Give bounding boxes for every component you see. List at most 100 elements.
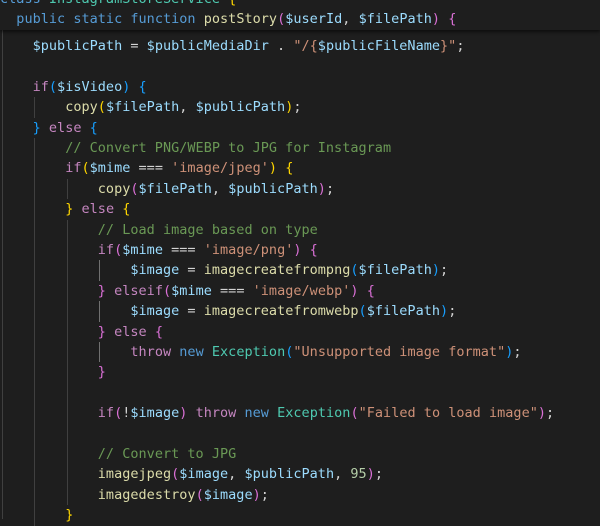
- code-token: $filePath: [358, 11, 432, 28]
- code-token: $filePath: [366, 303, 441, 320]
- code-token: 95: [350, 466, 367, 483]
- code-token: ;: [374, 466, 383, 483]
- code-token: public: [16, 11, 66, 28]
- code-token: {: [285, 160, 294, 177]
- code-token: 'image/jpeg': [171, 160, 269, 177]
- code-token: (: [350, 262, 359, 279]
- code-line: imagedestroy($image);: [0, 485, 269, 505]
- code-token: ;: [260, 486, 269, 503]
- code-token: =: [122, 38, 147, 54]
- code-line: copy($filePath, $publicPath);: [0, 97, 302, 117]
- code-token: ): [431, 262, 441, 279]
- code-token: }: [97, 364, 106, 381]
- code-token: ;: [293, 99, 302, 116]
- code-token: {: [138, 78, 147, 95]
- code-token: ): [252, 486, 261, 503]
- code-token: (: [350, 405, 359, 422]
- code-token: $mime: [89, 160, 131, 177]
- code-token: $publicPath: [244, 466, 335, 483]
- code-token: ===: [130, 160, 172, 177]
- code-token: (: [114, 242, 123, 258]
- code-token: $publicPath: [195, 99, 286, 116]
- code-line: $publicPath = $publicMediaDir . "/{$publ…: [0, 36, 465, 56]
- code-line: copy($filePath, $publicPath);: [0, 179, 334, 199]
- code-token: =: [179, 303, 204, 320]
- code-token: (: [162, 282, 172, 299]
- code-line: imagejpeg($image, $publicPath, 95);: [0, 464, 383, 484]
- code-token: }: [65, 507, 74, 524]
- code-token: else: [81, 201, 115, 218]
- code-token: "/{: [293, 38, 318, 54]
- code-token: // Convert to JPG: [97, 446, 237, 462]
- code-line: $image = imagecreatefromwebp($filePath);: [0, 301, 456, 321]
- code-token: (: [358, 303, 367, 320]
- code-token: $mime: [171, 282, 212, 299]
- code-token: (: [81, 160, 90, 177]
- code-token: InstagramStoreService: [49, 0, 220, 7]
- code-line: if(!$image) throw new Exception("Failed …: [0, 403, 554, 423]
- code-token: copy: [65, 99, 98, 116]
- code-token: $mime: [122, 242, 163, 258]
- sticky-line: class InstagramStoreService {: [0, 0, 236, 9]
- code-token: if: [97, 242, 115, 258]
- code-token: (: [48, 78, 58, 95]
- code-token: $publicMediaDir: [146, 38, 269, 54]
- code-token: ,: [334, 466, 351, 483]
- code-line: $image = imagecreatefrompng($filePath);: [0, 260, 448, 280]
- code-token: ;: [440, 262, 449, 279]
- code-line: }: [0, 505, 73, 525]
- code-line: throw new Exception("Unsupported image f…: [0, 342, 522, 362]
- code-token: ,: [211, 180, 229, 197]
- code-area[interactable]: $publicPath = $publicMediaDir . "/{$publ…: [0, 0, 600, 523]
- code-line: } else {: [0, 322, 163, 342]
- code-token: }: [32, 119, 41, 136]
- code-token: else: [114, 323, 147, 340]
- code-token: Exception: [277, 405, 351, 422]
- code-token: }: [97, 282, 106, 299]
- code-token: ): [431, 11, 441, 28]
- sticky-scroll-header[interactable]: class InstagramStoreService { public sta…: [0, 0, 600, 30]
- code-token: (: [277, 11, 286, 28]
- code-token: ;: [513, 344, 522, 360]
- code-token: throw: [195, 405, 237, 422]
- code-token: "Unsupported image format": [293, 344, 506, 360]
- code-token: }": [440, 38, 457, 54]
- code-token: }: [97, 323, 106, 340]
- code-token: ;: [325, 180, 335, 197]
- code-line: if($mime === 'image/png') {: [0, 240, 318, 260]
- code-token: static: [73, 11, 123, 28]
- code-line: // Convert PNG/WEBP to JPG for Instagram: [0, 138, 391, 158]
- code-token: {: [89, 119, 98, 136]
- code-token: function: [130, 11, 196, 28]
- code-token: if: [65, 160, 82, 177]
- code-token: // Load image based on type: [97, 221, 318, 238]
- code-token: imagecreatefrompng: [203, 262, 351, 279]
- code-token: "Failed to load image": [358, 405, 538, 422]
- code-token: .: [268, 38, 294, 54]
- code-token: $publicFileName: [317, 38, 441, 54]
- code-token: $filePath: [105, 99, 180, 116]
- code-token: throw: [130, 344, 172, 360]
- code-token: $image: [130, 262, 180, 279]
- code-token: (: [130, 180, 139, 197]
- code-editor[interactable]: class InstagramStoreService { public sta…: [0, 0, 600, 526]
- code-token: {: [366, 282, 375, 299]
